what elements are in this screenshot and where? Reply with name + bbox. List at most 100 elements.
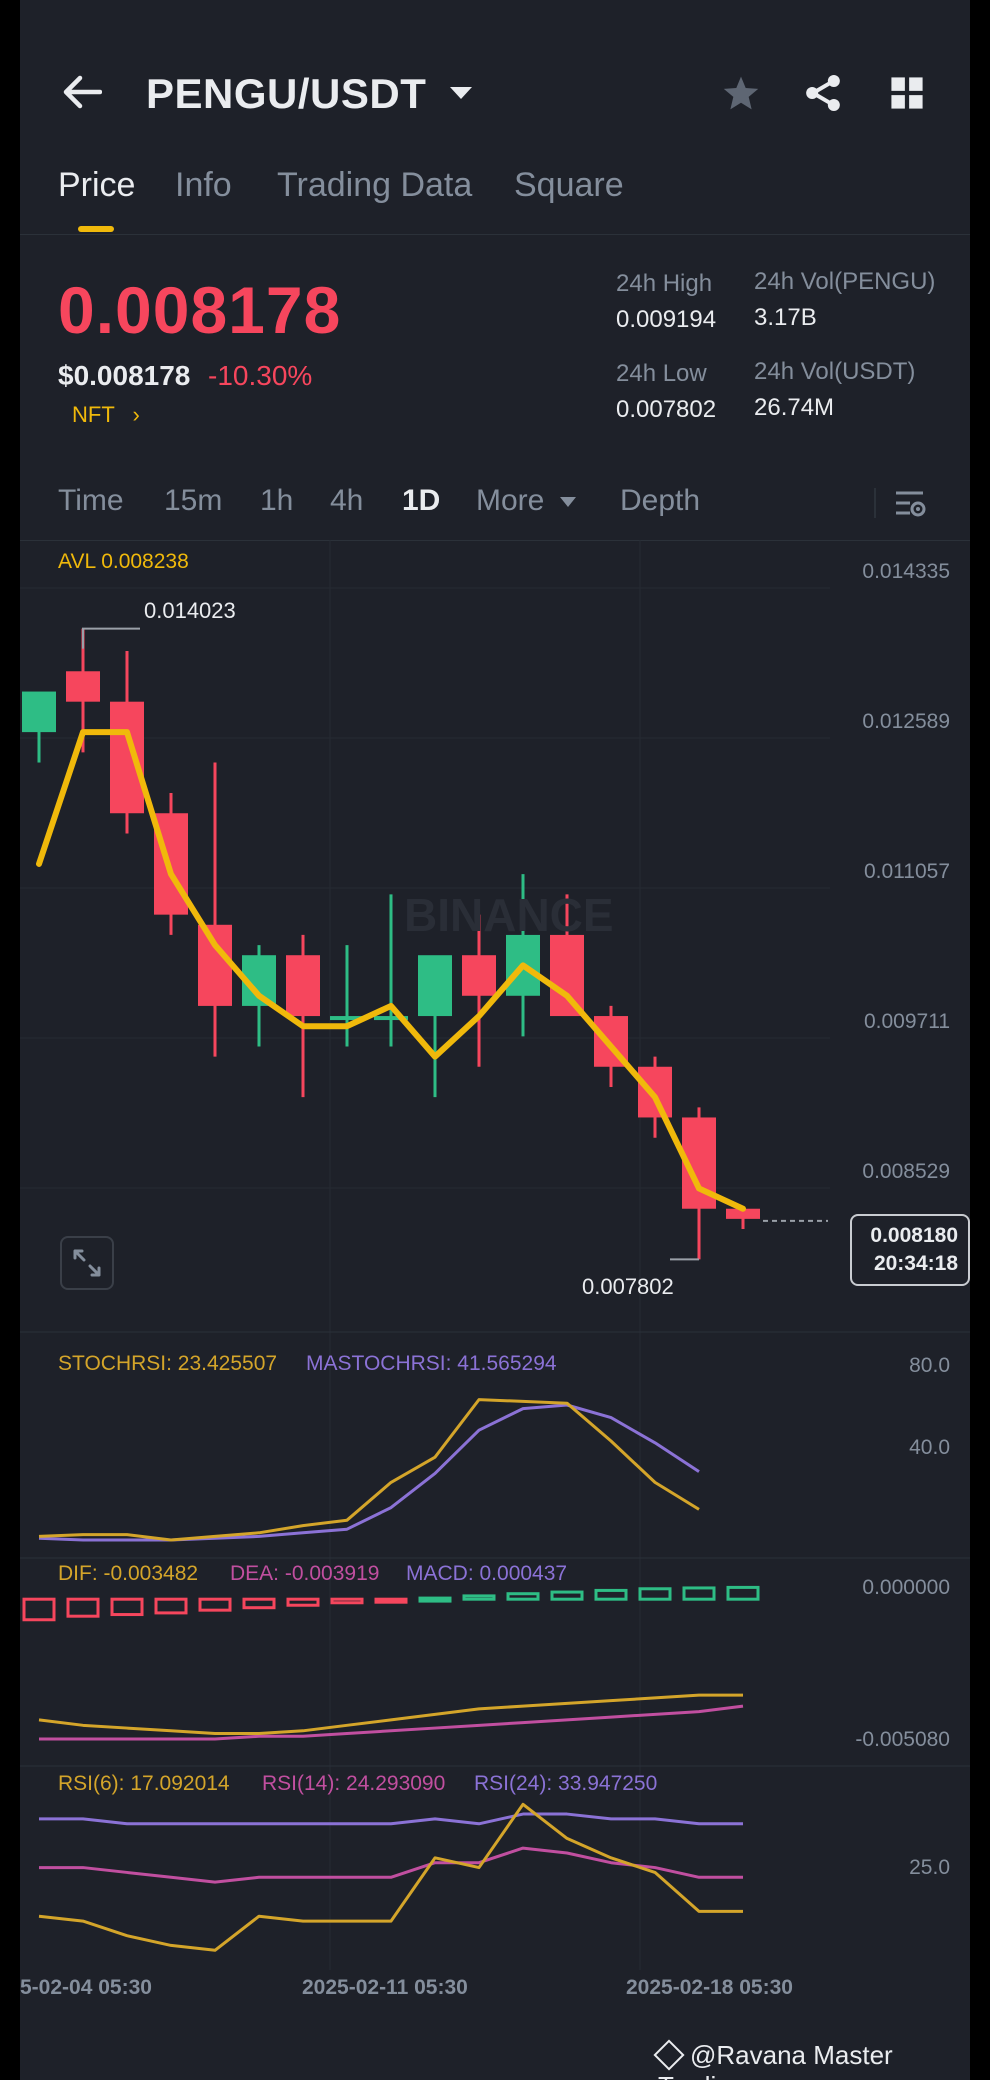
macd-hist-7 [330, 1597, 364, 1605]
share-button[interactable] [800, 70, 846, 116]
high-label: 24h High [616, 270, 713, 297]
binance-watermark: BINANCE [354, 888, 614, 942]
interval-time[interactable]: Time [58, 484, 124, 518]
candle-body-10 [462, 955, 496, 996]
screen: PENGU/USDT Price Info Trading Data Squar… [20, 0, 970, 2080]
toolbar-divider [874, 488, 876, 518]
macd-hist-13 [594, 1588, 628, 1601]
rsi6-label: RSI(6): 17.092014 [58, 1772, 230, 1795]
interval-more-label: More [476, 484, 545, 517]
caret-down-icon [559, 497, 576, 508]
macd-hist-1 [66, 1597, 100, 1618]
fullscreen-button[interactable] [60, 1236, 114, 1290]
price-axis-4: 0.009711 [863, 1010, 950, 1033]
macd-hist-0 [22, 1597, 56, 1622]
low-value: 0.007802 [616, 396, 717, 423]
dif-label: DIF: -0.003482 [58, 1562, 199, 1585]
caret-down-icon [450, 87, 472, 99]
pair-dropdown[interactable] [446, 78, 476, 108]
max-marker: 0.014023 [144, 598, 236, 623]
interval-depth[interactable]: Depth [620, 484, 700, 518]
expand-icon [73, 1249, 101, 1277]
dea-label: DEA: -0.003919 [230, 1562, 380, 1585]
candle-body-6 [286, 955, 320, 1017]
high-value: 0.009194 [616, 306, 717, 333]
macd-hist-3 [154, 1597, 188, 1615]
macd-hist-12 [550, 1590, 584, 1601]
macd-label: MACD: 0.000437 [406, 1562, 568, 1585]
interval-4h[interactable]: 4h [330, 484, 363, 518]
vol-usdt-label: 24h Vol(USDT) [754, 358, 916, 385]
binance-watermark-text: BINANCE [404, 889, 614, 941]
macd-hist-6 [286, 1597, 320, 1607]
back-button[interactable] [56, 66, 108, 118]
tab-trading-data[interactable]: Trading Data [277, 166, 472, 205]
binance-logo-icon [653, 2039, 685, 2071]
max-marker-leader [82, 627, 140, 649]
nft-tag[interactable]: NFT › [72, 402, 140, 428]
tabs-divider [20, 234, 970, 235]
price-change: -10.30% [208, 360, 313, 391]
last-price-tag[interactable]: 0.008180 20:34:18 [850, 1214, 970, 1286]
price-axis-3: 0.011057 [863, 860, 950, 883]
tab-price[interactable]: Price [58, 166, 135, 205]
layout-button[interactable] [886, 72, 928, 114]
chevron-right-icon: › [132, 402, 140, 427]
footer-credit-text: @Ravana Master Tradin... [658, 2040, 893, 2080]
macd-hist-15 [682, 1586, 716, 1601]
candle-body-0 [22, 691, 56, 733]
macd-hist-10 [462, 1594, 496, 1601]
price-axis-2: 0.012589 [862, 710, 950, 733]
last-price-tag-value: 0.008180 [870, 1224, 958, 1247]
chart-settings-icon [896, 491, 926, 517]
low-label: 24h Low [616, 360, 707, 387]
rsi14-label: RSI(14): 24.293090 [262, 1772, 446, 1795]
time-axis-label-3: 2025-02-18 05:30 [626, 1976, 793, 1999]
price-axis-5: 0.008529 [862, 1160, 950, 1183]
min-marker: 0.007802 [582, 1274, 674, 1299]
macd-axis-zero: 0.000000 [862, 1576, 950, 1599]
usd-price: $0.008178 [58, 360, 191, 391]
interval-15m[interactable]: 15m [164, 484, 222, 518]
macd-hist-8 [374, 1597, 408, 1604]
mastochrsi-line [38, 1403, 700, 1542]
stoch-axis-40: 40.0 [909, 1436, 950, 1459]
interval-more[interactable]: More [476, 484, 577, 518]
price-chart[interactable] [20, 540, 970, 1980]
candle-body-2 [110, 701, 144, 814]
chart-settings-button[interactable] [890, 484, 930, 524]
interval-1h[interactable]: 1h [260, 484, 293, 518]
favorite-button[interactable] [720, 72, 762, 114]
tab-info[interactable]: Info [175, 166, 232, 205]
time-axis-label-1: 5-02-04 05:30 [20, 1976, 152, 1999]
interval-1d[interactable]: 1D [402, 484, 440, 518]
stoch-axis-80: 80.0 [909, 1354, 950, 1377]
candle-body-14 [638, 1066, 672, 1118]
share-icon [806, 75, 840, 111]
macd-hist-4 [198, 1597, 232, 1612]
tab-square[interactable]: Square [514, 166, 624, 205]
arrow-left-icon [63, 75, 102, 109]
macd-axis-low: -0.005080 [855, 1728, 950, 1751]
price-axis-1: 0.014335 [862, 560, 950, 583]
mastochrsi-label: MASTOCHRSI: 41.565294 [306, 1352, 557, 1375]
rsi24-label: RSI(24): 33.947250 [474, 1772, 658, 1795]
rsi-axis-25: 25.0 [909, 1856, 950, 1879]
avl-label: AVL 0.008238 [58, 550, 189, 573]
nft-tag-label: NFT [72, 402, 115, 427]
candle-body-4 [198, 924, 232, 1006]
dea-line [39, 1704, 744, 1741]
countdown-timer: 20:34:18 [873, 1252, 958, 1275]
vol-usdt-value: 26.74M [754, 394, 835, 421]
candle-body-1 [66, 671, 100, 702]
grid-icon [891, 77, 923, 109]
candle-body-9 [418, 955, 452, 1017]
vol-pengu-label: 24h Vol(PENGU) [754, 268, 936, 295]
active-tab-indicator [78, 226, 114, 232]
macd-hist-16 [726, 1585, 760, 1601]
time-axis-label-2: 2025-02-11 05:30 [302, 1976, 468, 1999]
star-icon [723, 76, 759, 110]
candle-body-12 [550, 934, 584, 1017]
vol-pengu-value: 3.17B [754, 304, 817, 331]
pair-title[interactable]: PENGU/USDT [146, 70, 426, 118]
